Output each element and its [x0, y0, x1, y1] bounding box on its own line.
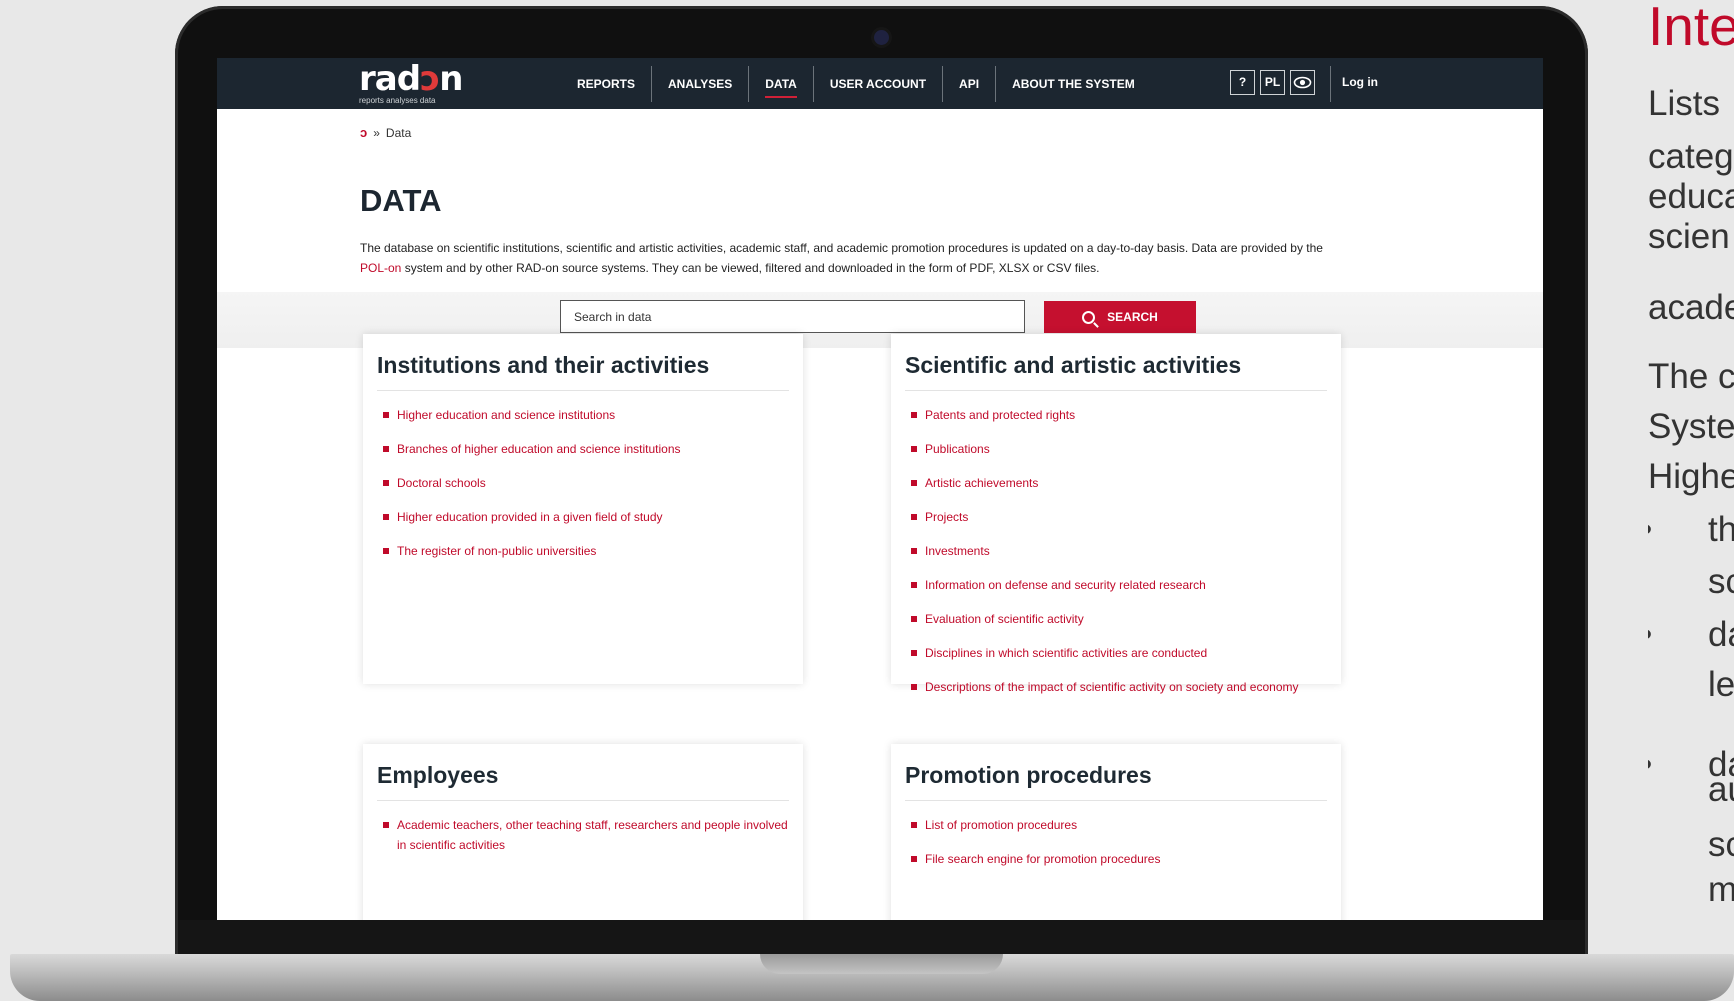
list-item[interactable]: Doctoral schools: [377, 473, 789, 493]
side-line: acade: [1648, 288, 1734, 327]
login-link[interactable]: Log in: [1342, 75, 1378, 89]
list-item[interactable]: Descriptions of the impact of scientific…: [905, 677, 1327, 697]
card-employees: Employees Academic teachers, other teach…: [363, 744, 803, 920]
breadcrumb-separator: »: [373, 125, 380, 140]
list-item[interactable]: Publications: [905, 439, 1327, 459]
laptop-chin: [178, 920, 1585, 956]
logo-accent-icon: ↄ: [420, 59, 440, 99]
card-scientific-activities: Scientific and artistic activities Paten…: [891, 334, 1341, 694]
language-button[interactable]: PL: [1260, 70, 1285, 95]
breadcrumb: ↄ » Data: [360, 125, 411, 140]
list-item[interactable]: Academic teachers, other teaching staff,…: [377, 815, 789, 855]
card-title: Scientific and artistic activities: [905, 352, 1327, 391]
search-button[interactable]: SEARCH: [1044, 301, 1196, 333]
list-item[interactable]: Investments: [905, 541, 1327, 561]
camera: [874, 30, 889, 45]
side-panel: Inte Lists categ educa scien acade The c…: [1648, 0, 1734, 1001]
list-item[interactable]: Branches of higher education and science…: [377, 439, 789, 459]
laptop-notch: [760, 954, 1003, 974]
side-line: scien: [1648, 217, 1730, 256]
side-line: Lists: [1648, 84, 1720, 123]
nav-data[interactable]: DATA: [749, 66, 814, 102]
main-nav: REPORTS ANALYSES DATA USER ACCOUNT API A…: [561, 66, 1151, 102]
side-line: educa: [1648, 177, 1734, 216]
list-item[interactable]: Higher education and science institution…: [377, 405, 789, 425]
search-icon: [1082, 310, 1096, 324]
side-line: Highe: [1648, 457, 1734, 496]
list-item[interactable]: Higher education provided in a given fie…: [377, 507, 789, 527]
breadcrumb-current: Data: [385, 125, 412, 140]
list-item[interactable]: Information on defense and security rela…: [905, 575, 1327, 595]
nav-tools: ? PL: [1230, 70, 1315, 95]
side-title: Inte: [1648, 0, 1734, 57]
card-institutions: Institutions and their activities Higher…: [363, 334, 803, 684]
page-title: DATA: [360, 183, 442, 218]
pol-on-link[interactable]: POL-on: [360, 261, 401, 275]
nav-api[interactable]: API: [943, 66, 997, 102]
list-item[interactable]: File search engine for promotion procedu…: [905, 849, 1327, 869]
nav-analyses[interactable]: ANALYSES: [652, 66, 750, 102]
browser-screen: radↄn reports analyses data REPORTS ANAL…: [217, 58, 1543, 920]
list-item[interactable]: Artistic achievements: [905, 473, 1327, 493]
top-navbar: radↄn reports analyses data REPORTS ANAL…: [217, 58, 1543, 109]
list-item[interactable]: Evaluation of scientific activity: [905, 609, 1327, 629]
help-button[interactable]: ?: [1230, 70, 1255, 95]
nav-reports[interactable]: REPORTS: [561, 66, 653, 102]
side-line: categ: [1648, 137, 1734, 176]
nav-divider: [1330, 66, 1331, 102]
list-item[interactable]: List of promotion procedures: [905, 815, 1327, 835]
card-title: Institutions and their activities: [377, 352, 789, 391]
search-input[interactable]: [560, 300, 1025, 333]
eye-icon[interactable]: [1290, 70, 1315, 95]
card-title: Employees: [377, 762, 789, 801]
page-intro: The database on scientific institutions,…: [360, 241, 1323, 275]
side-line: Syste: [1648, 407, 1734, 446]
card-title: Promotion procedures: [905, 762, 1327, 801]
card-promotion-procedures: Promotion procedures List of promotion p…: [891, 744, 1341, 920]
side-line: The c: [1648, 357, 1734, 396]
list-item[interactable]: Projects: [905, 507, 1327, 527]
nav-about-the-system[interactable]: ABOUT THE SYSTEM: [996, 66, 1151, 102]
list-item[interactable]: The register of non-public universities: [377, 541, 789, 561]
nav-user-account[interactable]: USER ACCOUNT: [814, 66, 944, 102]
list-item[interactable]: Patents and protected rights: [905, 405, 1327, 425]
home-icon[interactable]: ↄ: [360, 125, 367, 140]
radon-logo[interactable]: radↄn reports analyses data: [359, 59, 463, 105]
list-item[interactable]: Disciplines in which scientific activiti…: [905, 643, 1327, 663]
